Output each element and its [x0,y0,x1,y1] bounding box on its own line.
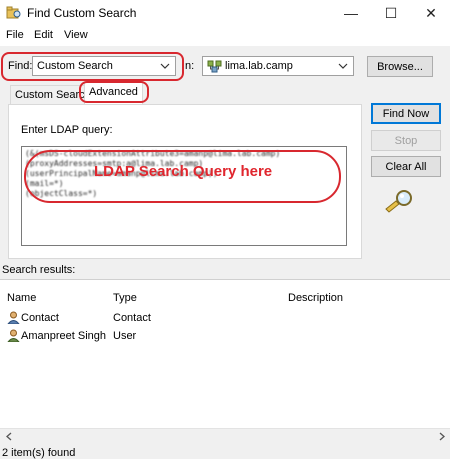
scroll-right-icon[interactable] [437,431,447,442]
advanced-tab-highlight [79,81,149,103]
chevron-down-icon [338,63,348,69]
scroll-left-icon[interactable] [4,431,14,442]
user-icon [7,329,20,342]
ldap-query-label: Enter LDAP query: [21,124,113,136]
result-name: Amanpreet Singh [21,330,106,342]
contact-icon [7,311,20,324]
stop-button[interactable]: Stop [371,130,441,151]
column-header-type[interactable]: Type [113,292,137,304]
clear-all-button[interactable]: Clear All [371,156,441,177]
browse-button[interactable]: Browse... [367,56,433,77]
menu-edit[interactable]: Edit [34,29,53,41]
find-highlight [1,52,184,81]
query-overlay-label: LDAP Search Query here [94,163,273,180]
horizontal-scrollbar[interactable] [0,428,450,445]
table-row[interactable]: Contact Contact [0,310,450,326]
column-header-name[interactable]: Name [7,292,36,304]
menu-file[interactable]: File [6,29,24,41]
minimize-button[interactable]: — [331,0,371,26]
column-header-description[interactable]: Description [288,292,343,304]
find-now-button[interactable]: Find Now [371,103,441,124]
window-title: Find Custom Search [27,6,137,20]
in-location-select[interactable]: lima.lab.camp [202,56,354,76]
table-row[interactable]: Amanpreet Singh User [0,328,450,344]
domain-icon [207,60,222,73]
search-results-label: Search results: [2,264,76,276]
result-name: Contact [21,312,59,324]
search-magnifier-icon [385,190,412,213]
find-window-icon [6,6,21,19]
close-button[interactable]: ✕ [411,0,450,26]
menu-view[interactable]: View [64,29,88,41]
in-location-value: lima.lab.camp [225,60,293,72]
results-list [0,279,450,444]
result-type: User [113,330,137,342]
result-type: Contact [113,312,151,324]
status-text: 2 item(s) found [2,447,76,459]
in-label: n: [185,60,195,72]
maximize-button[interactable]: ☐ [371,0,411,26]
